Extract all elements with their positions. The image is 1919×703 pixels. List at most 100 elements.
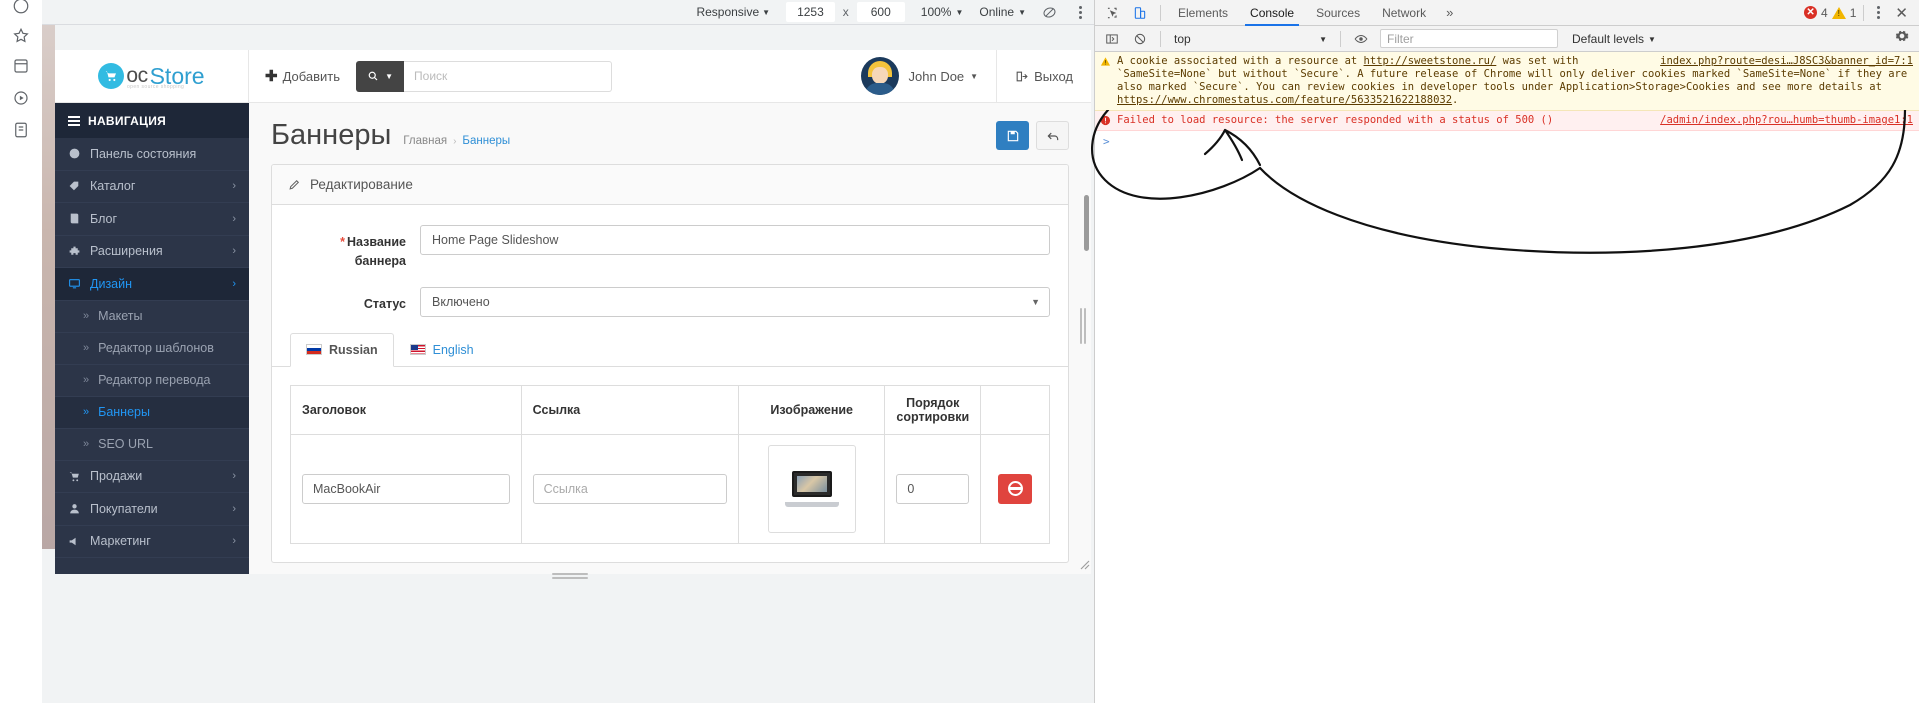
sidebar-item-dashboard[interactable]: Панель состояния — [55, 138, 249, 171]
tab-russian[interactable]: Russian — [290, 332, 394, 367]
clear-console-icon[interactable] — [1127, 27, 1153, 51]
breadcrumb-item-home[interactable]: Главная — [403, 135, 447, 147]
profile-icon[interactable] — [7, 0, 35, 20]
live-expression-icon[interactable] — [1348, 27, 1374, 51]
sidebar-item-catalog[interactable]: Каталог › — [55, 171, 249, 203]
banner-name-label-text: Название баннера — [346, 235, 406, 268]
sidebar-item-customers[interactable]: Покупатели › — [55, 493, 249, 526]
tab-elements[interactable]: Elements — [1168, 0, 1238, 26]
zoom-select[interactable]: 100% ▼ — [921, 5, 964, 19]
more-tabs-icon[interactable]: » — [1438, 5, 1461, 20]
error-circle-icon — [1100, 115, 1111, 130]
tab-label: Russian — [329, 342, 378, 357]
table-header-row: Заголовок Ссылка Изображение Порядок сор… — [290, 384, 1050, 435]
page-background-strip — [42, 25, 55, 549]
settings-gear-icon[interactable] — [1889, 29, 1915, 48]
flag-en-icon — [409, 344, 426, 355]
viewport-resize-handle-right[interactable] — [1080, 308, 1088, 344]
viewport-width-input[interactable]: 1253 — [786, 2, 835, 22]
save-button[interactable] — [996, 121, 1029, 150]
monitor-icon — [68, 277, 90, 290]
console-message-link-2[interactable]: https://www.chromestatus.com/feature/563… — [1117, 94, 1452, 106]
console-message-source[interactable]: /admin/index.php?rou…humb=thumb-image1:1 — [1660, 114, 1913, 127]
logout-button[interactable]: Выход — [997, 69, 1091, 84]
sidebar-item-blog[interactable]: Блог › — [55, 203, 249, 236]
search-dropdown-button[interactable]: ▼ — [356, 60, 405, 92]
sidebar-subitem-label: SEO URL — [98, 437, 154, 451]
admin-header: oc Store open source shopping ✚ Добавить — [55, 50, 1091, 103]
tab-english[interactable]: English — [394, 333, 490, 367]
collections-icon[interactable] — [7, 52, 35, 80]
console-message-text: Failed to load resource: the server resp… — [1117, 114, 1554, 126]
banner-name-input[interactable] — [420, 225, 1050, 255]
console-filter-bar: top ▼ Default levels ▼ — [1095, 26, 1919, 52]
tab-sources[interactable]: Sources — [1306, 0, 1370, 26]
page-scrollbar-thumb[interactable] — [1084, 195, 1089, 251]
chevron-down-icon: ▼ — [955, 8, 964, 17]
remove-row-button[interactable] — [998, 473, 1033, 504]
sidebar-nav-title: НАВИГАЦИЯ — [55, 103, 249, 138]
log-levels-select[interactable]: Default levels ▼ — [1572, 32, 1656, 46]
console-prompt[interactable]: > — [1095, 131, 1919, 152]
sidebar-item-design[interactable]: Дизайн › — [55, 268, 249, 301]
nav-title-label: НАВИГАЦИЯ — [88, 113, 167, 128]
user-menu[interactable]: John Doe ▼ — [909, 69, 997, 84]
banner-image-thumbnail[interactable] — [767, 444, 856, 533]
issue-counts[interactable]: ✕ 4 ! 1 — [1804, 6, 1856, 20]
warning-count-icon: ! — [1831, 6, 1846, 19]
sidebar-item-label: Каталог — [90, 179, 136, 194]
sidebar-subitem-seo-url[interactable]: » SEO URL — [55, 428, 249, 461]
sidebar-subitem-language-editor[interactable]: » Редактор перевода — [55, 364, 249, 397]
device-toolbar-menu-icon[interactable] — [1073, 5, 1088, 19]
throttling-select[interactable]: Online ▼ — [979, 5, 1026, 19]
sidebar-item-extensions[interactable]: Расширения › — [55, 236, 249, 268]
media-play-icon[interactable] — [7, 84, 35, 112]
execution-context-select[interactable]: top ▼ — [1168, 30, 1333, 48]
sidebar-subitem-layouts[interactable]: » Макеты — [55, 300, 249, 333]
cell-title — [290, 433, 522, 544]
console-message-link-1[interactable]: http://sweetstone.ru/ — [1364, 55, 1497, 67]
inspect-element-icon[interactable] — [1099, 1, 1125, 25]
form-row-name: * Название баннера — [272, 225, 1068, 271]
bookmark-star-icon[interactable] — [7, 22, 35, 50]
hamburger-icon — [68, 115, 80, 126]
status-select[interactable]: Включено — [420, 286, 1050, 317]
device-select[interactable]: Responsive ▼ — [696, 5, 770, 19]
viewport-height-input[interactable]: 600 — [856, 2, 905, 22]
sidebar-item-label: Дизайн — [90, 276, 133, 291]
banner-table-wrap: Заголовок Ссылка Изображение Порядок сор… — [272, 367, 1068, 562]
panel-title: Редактирование — [310, 177, 413, 192]
console-message-source[interactable]: index.php?route=desi…J8SC3&banner_id=7:1 — [1660, 55, 1913, 68]
sidebar-item-sales[interactable]: Продажи › — [55, 461, 249, 493]
viewport-resize-corner[interactable] — [1076, 556, 1090, 570]
double-chevron-icon: » — [83, 342, 90, 354]
banner-title-input[interactable] — [302, 473, 510, 504]
reading-list-icon[interactable] — [7, 116, 35, 144]
breadcrumb-item-banners[interactable]: Баннеры — [462, 135, 510, 147]
sidebar-subitem-theme-editor[interactable]: » Редактор шаблонов — [55, 332, 249, 365]
language-tabs: Russian English — [272, 332, 1068, 367]
dimensions-group[interactable]: 1253 x 600 — [786, 2, 905, 22]
brand-logo[interactable]: oc Store open source shopping — [55, 50, 249, 103]
close-icon[interactable]: ✕ — [1888, 4, 1915, 22]
sidebar-item-marketing[interactable]: Маркетинг › — [55, 526, 249, 558]
toggle-device-toolbar-icon[interactable] — [1127, 1, 1153, 25]
search-input[interactable] — [404, 60, 613, 92]
back-button[interactable] — [1036, 121, 1069, 150]
banner-link-input[interactable] — [532, 473, 727, 504]
tab-console[interactable]: Console — [1240, 0, 1304, 26]
add-button[interactable]: ✚ Добавить — [249, 50, 356, 103]
tab-network[interactable]: Network — [1372, 0, 1436, 26]
no-throttling-icon[interactable] — [1042, 5, 1057, 20]
status-select-wrap: Включено ▼ — [420, 286, 1050, 317]
console-warning-message[interactable]: index.php?route=desi…J8SC3&banner_id=7:1… — [1095, 52, 1919, 111]
viewport-resize-handle-bottom[interactable] — [552, 573, 588, 581]
banner-sort-order-input[interactable] — [896, 473, 970, 504]
console-error-message[interactable]: /admin/index.php?rou…humb=thumb-image1:1… — [1095, 111, 1919, 131]
devtools-menu-icon[interactable] — [1871, 6, 1886, 19]
console-sidebar-icon[interactable] — [1099, 27, 1125, 51]
device-select-group[interactable]: Responsive ▼ — [696, 5, 770, 19]
sidebar-subitem-banners[interactable]: » Баннеры — [55, 396, 249, 429]
edit-panel: Редактирование *Название баннера Статус — [271, 164, 1069, 563]
console-filter-input[interactable] — [1380, 29, 1558, 48]
